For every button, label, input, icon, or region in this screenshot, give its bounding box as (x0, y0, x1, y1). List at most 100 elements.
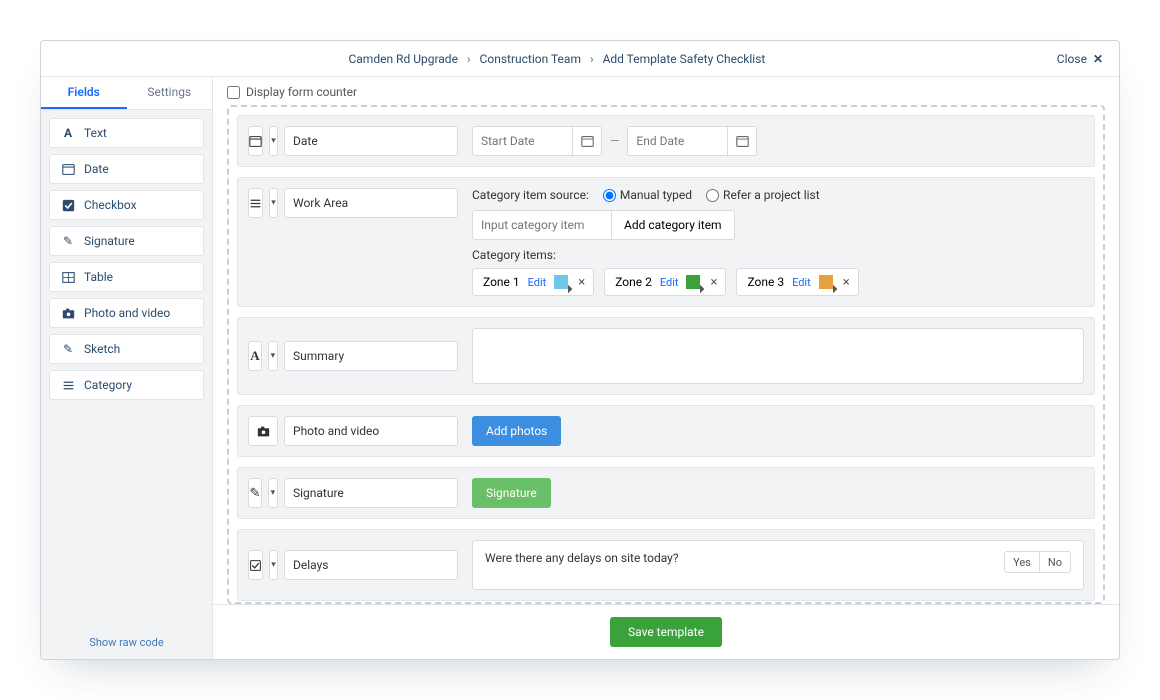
date-range: — (472, 126, 1084, 156)
chevron-right-icon: › (467, 52, 471, 66)
close-icon: ✕ (1093, 52, 1103, 66)
source-manual-radio[interactable]: Manual typed (603, 188, 692, 202)
range-dash: — (610, 134, 619, 148)
breadcrumb: Camden Rd Upgrade › Construction Team › … (57, 52, 1057, 66)
chip-edit-link[interactable]: Edit (792, 276, 811, 289)
show-raw-code-link[interactable]: Show raw code (41, 626, 212, 659)
field-name-input[interactable] (284, 550, 458, 580)
chip-color-swatch[interactable] (686, 275, 700, 289)
camera-icon (60, 307, 76, 320)
chevron-right-icon: › (590, 52, 594, 66)
category-items: Zone 1 Edit × Zone 2 Edit × (472, 268, 1084, 296)
table-icon (60, 271, 76, 284)
end-date-input[interactable] (627, 126, 727, 156)
display-counter-label: Display form counter (246, 85, 357, 99)
body: Fields Settings AText Date Checkbox ✎Sig… (41, 77, 1119, 659)
category-source-row: Category item source: Manual typed Refer… (472, 188, 1084, 202)
chip-label: Zone 2 (615, 275, 652, 289)
category-source-label: Category item source: (472, 188, 589, 202)
chip-remove-icon[interactable]: × (841, 275, 852, 290)
yes-no-toggle[interactable]: Yes No (1004, 551, 1071, 573)
breadcrumb-item[interactable]: Camden Rd Upgrade (348, 52, 457, 66)
field-name-input[interactable] (284, 341, 458, 371)
question-box: Were there any delays on site today? Yes… (472, 540, 1084, 590)
tab-fields[interactable]: Fields (41, 77, 127, 109)
category-chip: Zone 1 Edit × (472, 268, 594, 296)
row-photo[interactable]: Add photos (237, 405, 1095, 457)
field-button-category[interactable]: Category (49, 370, 204, 400)
chip-remove-icon[interactable]: × (576, 275, 587, 290)
sidebar: Fields Settings AText Date Checkbox ✎Sig… (41, 77, 213, 659)
question-text: Were there any delays on site today? (485, 551, 1004, 565)
app-frame: Camden Rd Upgrade › Construction Team › … (40, 40, 1120, 660)
sidebar-tabs: Fields Settings (41, 77, 212, 110)
close-button[interactable]: Close✕ (1057, 52, 1103, 66)
row-work-area[interactable]: ▾ Category item source: Manual typed Ref… (237, 177, 1095, 307)
field-button-checkbox[interactable]: Checkbox (49, 190, 204, 220)
main: Display form counter ▾ — (213, 77, 1119, 659)
text-icon: A (60, 126, 76, 140)
field-name-input[interactable] (284, 188, 458, 218)
field-name-input[interactable] (284, 126, 458, 156)
display-counter-checkbox[interactable] (227, 86, 240, 99)
category-item-input[interactable] (472, 210, 612, 240)
chip-edit-link[interactable]: Edit (660, 276, 679, 289)
category-items-label: Category items: (472, 248, 1084, 262)
source-refer-radio[interactable]: Refer a project list (706, 188, 820, 202)
start-date-input[interactable] (472, 126, 572, 156)
pencil-icon: ✎ (248, 478, 262, 508)
save-template-button[interactable]: Save template (610, 617, 722, 647)
calendar-icon (60, 163, 76, 176)
calendar-icon[interactable] (572, 126, 602, 156)
row-delays[interactable]: ▾ Were there any delays on site today? Y… (237, 529, 1095, 601)
camera-icon (248, 416, 278, 446)
form-canvas: ▾ — ▾ (227, 105, 1105, 604)
list-icon (248, 188, 263, 218)
summary-textarea[interactable] (472, 328, 1084, 384)
text-icon: A (248, 341, 262, 371)
row-type-dropdown[interactable]: ▾ (269, 188, 278, 218)
chip-remove-icon[interactable]: × (708, 275, 719, 290)
field-button-signature[interactable]: ✎Signature (49, 226, 204, 256)
chip-color-swatch[interactable] (554, 275, 568, 289)
chip-color-swatch[interactable] (819, 275, 833, 289)
chip-label: Zone 3 (747, 275, 784, 289)
chip-edit-link[interactable]: Edit (528, 276, 547, 289)
row-type-dropdown[interactable]: ▾ (269, 126, 278, 156)
yes-option[interactable]: Yes (1005, 552, 1039, 572)
pencil-icon: ✎ (60, 234, 76, 248)
display-counter-row: Display form counter (213, 77, 1119, 105)
category-chip: Zone 3 Edit × (736, 268, 858, 296)
field-button-text[interactable]: AText (49, 118, 204, 148)
chip-label: Zone 1 (483, 275, 520, 289)
row-summary[interactable]: A ▾ (237, 317, 1095, 395)
calendar-icon (248, 126, 263, 156)
checkbox-icon (248, 550, 263, 580)
topbar: Camden Rd Upgrade › Construction Team › … (41, 41, 1119, 77)
checkbox-icon (60, 199, 76, 212)
breadcrumb-item[interactable]: Construction Team (480, 52, 581, 66)
calendar-icon[interactable] (727, 126, 757, 156)
row-date[interactable]: ▾ — (237, 115, 1095, 167)
field-button-date[interactable]: Date (49, 154, 204, 184)
pencil-icon: ✎ (60, 342, 76, 356)
field-button-sketch[interactable]: ✎Sketch (49, 334, 204, 364)
row-signature[interactable]: ✎ ▾ Signature (237, 467, 1095, 519)
field-name-input[interactable] (284, 416, 458, 446)
add-category-item-button[interactable]: Add category item (612, 210, 735, 240)
breadcrumb-item[interactable]: Add Template Safety Checklist (603, 52, 766, 66)
signature-button[interactable]: Signature (472, 478, 551, 508)
category-chip: Zone 2 Edit × (604, 268, 726, 296)
add-photos-button[interactable]: Add photos (472, 416, 561, 446)
tab-settings[interactable]: Settings (127, 77, 213, 109)
field-button-photo[interactable]: Photo and video (49, 298, 204, 328)
row-type-dropdown[interactable]: ▾ (268, 478, 278, 508)
field-buttons: AText Date Checkbox ✎Signature Table Pho… (41, 110, 212, 414)
field-button-table[interactable]: Table (49, 262, 204, 292)
footer: Save template (213, 604, 1119, 659)
field-name-input[interactable] (284, 478, 458, 508)
row-type-dropdown[interactable]: ▾ (268, 341, 278, 371)
no-option[interactable]: No (1039, 552, 1070, 572)
row-type-dropdown[interactable]: ▾ (269, 550, 278, 580)
list-icon (60, 379, 76, 392)
